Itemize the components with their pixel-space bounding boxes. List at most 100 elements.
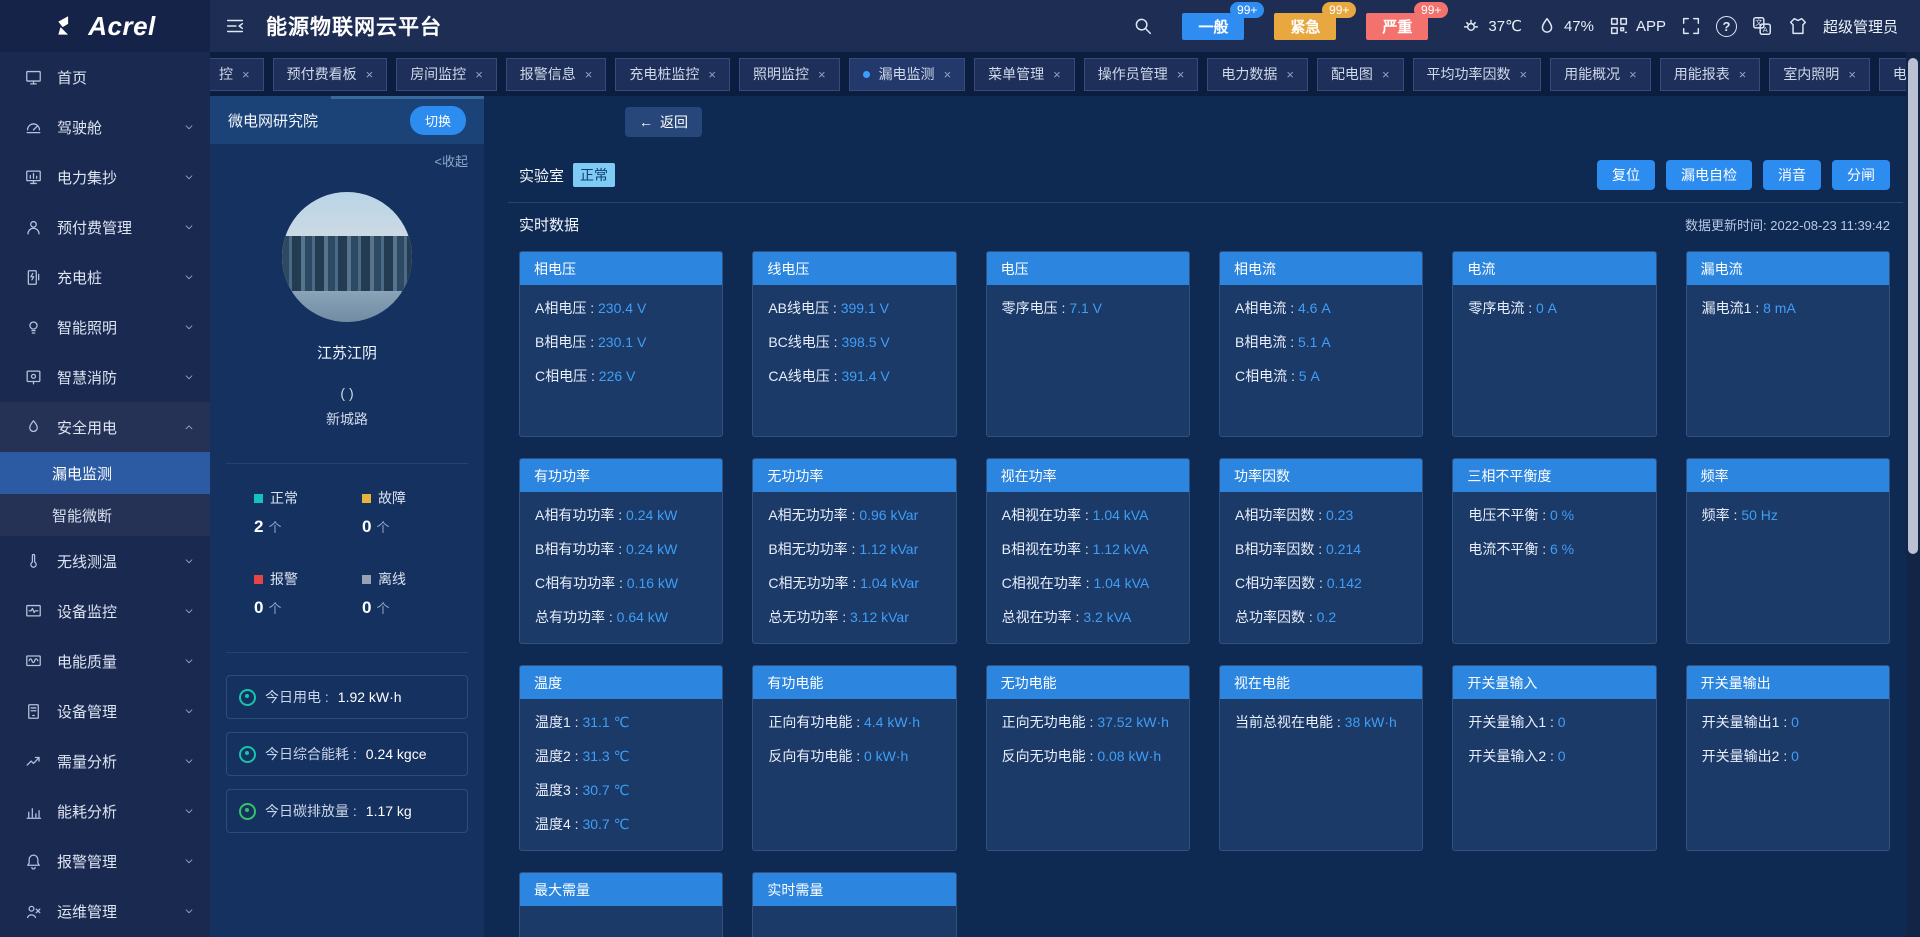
sidebar-item-label: 智慧消防 [57,367,117,388]
chevron-down-icon [182,904,196,918]
data-card-title: 视在功率 [987,459,1189,492]
sidebar-item-10[interactable]: 设备监控 [0,586,210,636]
stat-value: 0 [254,598,263,617]
theme-shirt-icon[interactable] [1787,15,1809,37]
current-user[interactable]: 超级管理员 [1823,16,1898,37]
sidebar-subitem-1[interactable]: 漏电监测 [0,452,210,494]
sidebar-item-6[interactable]: 智能照明 [0,302,210,352]
tab-11[interactable]: 配电图× [1317,58,1404,91]
tab-7[interactable]: 漏电监测× [849,58,966,91]
help-icon[interactable]: ? [1716,16,1737,37]
tab-14[interactable]: 用能报表× [1660,58,1761,91]
sidebar-item-8[interactable]: 安全用电 [0,402,210,452]
tab-close-icon[interactable]: × [366,67,374,82]
data-card-9: 视在功率A相视在功率1.04 kVAB相视在功率1.12 kVAC相视在功率1.… [986,458,1190,644]
translate-icon[interactable]: 文A [1751,15,1773,37]
sidebar-item-9[interactable]: 无线测温 [0,536,210,586]
sidebar-item-3[interactable]: 电力集抄 [0,152,210,202]
sidebar-item-11[interactable]: 电能质量 [0,636,210,686]
data-row-value: 1.04 kVA [1093,507,1149,523]
tab-1[interactable]: 控× [210,58,264,91]
tab-close-icon[interactable]: × [1520,67,1528,82]
data-row-value: 4.4 kW·h [864,714,920,730]
data-row: 电流不平衡6 % [1468,538,1640,561]
tab-close-icon[interactable]: × [1053,67,1061,82]
back-button[interactable]: ← 返回 [625,107,702,137]
sidebar-item-label: 安全用电 [57,417,117,438]
action-button-2[interactable]: 漏电自检 [1666,160,1752,190]
tab-2[interactable]: 预付费看板× [273,58,388,91]
sidebar-item-4[interactable]: 预付费管理 [0,202,210,252]
tab-close-icon[interactable]: × [585,67,593,82]
tab-4[interactable]: 报警信息× [506,58,607,91]
menu-collapse-icon[interactable] [224,15,246,37]
data-row-label: B相有功功率 [535,541,626,557]
data-card-18: 开关量输出开关量输出10开关量输出20 [1686,665,1890,851]
data-row-value: 31.3 ℃ [582,748,629,764]
sidebar-item-5[interactable]: 充电桩 [0,252,210,302]
data-row-label: A相无功功率 [768,507,859,523]
fullscreen-icon[interactable] [1680,15,1702,37]
sidebar-item-15[interactable]: 报警管理 [0,836,210,886]
data-row-label: A相电压 [535,300,598,316]
data-card-13: 温度温度131.1 ℃温度231.3 ℃温度330.7 ℃温度430.7 ℃ [519,665,723,851]
tab-close-icon[interactable]: × [242,67,250,82]
site-address: 新城路 [210,409,484,429]
data-row-label: 反向无功电能 [1002,748,1098,764]
tab-9[interactable]: 操作员管理× [1084,58,1199,91]
search-icon[interactable] [1132,15,1154,37]
tab-8[interactable]: 菜单管理× [974,58,1075,91]
room-status-badge: 正常 [573,163,615,187]
data-row-label: A相视在功率 [1002,507,1093,523]
sidebar-item-1[interactable]: 首页 [0,52,210,102]
tab-10[interactable]: 电力数据× [1207,58,1308,91]
chevron-down-icon [182,370,196,384]
data-row-label: B相无功功率 [768,541,859,557]
action-button-3[interactable]: 消音 [1763,160,1821,190]
tab-close-icon[interactable]: × [1286,67,1294,82]
data-card-2: 线电压AB线电压399.1 VBC线电压398.5 VCA线电压391.4 V [752,251,956,437]
tab-close-icon[interactable]: × [818,67,826,82]
tab-close-icon[interactable]: × [1382,67,1390,82]
data-row-value: 7.1 V [1069,300,1102,316]
switch-org-button[interactable]: 切换 [410,106,466,135]
sidebar-item-12[interactable]: 设备管理 [0,686,210,736]
alarm-button-3[interactable]: 严重99+ [1366,13,1428,40]
tab-6[interactable]: 照明监控× [739,58,840,91]
sidebar-item-16[interactable]: 运维管理 [0,886,210,936]
tab-close-icon[interactable]: × [1739,67,1747,82]
humidity-indicator: 47% [1536,15,1594,37]
data-row-value: 0.23 [1326,507,1353,523]
sidebar-item-7[interactable]: 智慧消防 [0,352,210,402]
tab-close-icon[interactable]: × [1177,67,1185,82]
section-row: 实时数据 数据更新时间: 2022-08-23 11:39:42 [484,203,1920,245]
tab-close-icon[interactable]: × [1629,67,1637,82]
sidebar-item-14[interactable]: 能耗分析 [0,786,210,836]
alarm-button-1[interactable]: 一般99+ [1182,13,1244,40]
tab-close-icon[interactable]: × [1848,67,1856,82]
sidebar-subitem-2[interactable]: 智能微断 [0,494,210,536]
panel-collapse-link[interactable]: <收起 [210,151,468,170]
flame-icon [24,418,43,437]
sidebar-item-label: 驾驶舱 [57,117,102,138]
tab-5[interactable]: 充电桩监控× [615,58,730,91]
data-row-value: 0 A [1536,300,1557,316]
action-button-4[interactable]: 分闸 [1832,160,1890,190]
tab-15[interactable]: 室内照明× [1769,58,1870,91]
sidebar-item-2[interactable]: 驾驶舱 [0,102,210,152]
daily-label: 今日综合能耗 : [265,744,357,764]
alarm-button-2[interactable]: 紧急99+ [1274,13,1336,40]
tab-12[interactable]: 平均功率因数× [1413,58,1542,91]
tab-13[interactable]: 用能概况× [1550,58,1651,91]
tab-3[interactable]: 房间监控× [396,58,497,91]
tab-close-icon[interactable]: × [475,67,483,82]
action-button-1[interactable]: 复位 [1597,160,1655,190]
tab-close-icon[interactable]: × [944,67,952,82]
daily-metric-2: 今日综合能耗 : 0.24 kgce [226,732,468,776]
status-stat-2: 故障0个 [362,488,470,537]
tab-close-icon[interactable]: × [708,67,716,82]
data-card-title: 漏电流 [1687,252,1889,285]
sidebar-item-13[interactable]: 需量分析 [0,736,210,786]
app-download[interactable]: APP [1608,15,1666,37]
scrollbar-thumb[interactable] [1908,58,1918,554]
